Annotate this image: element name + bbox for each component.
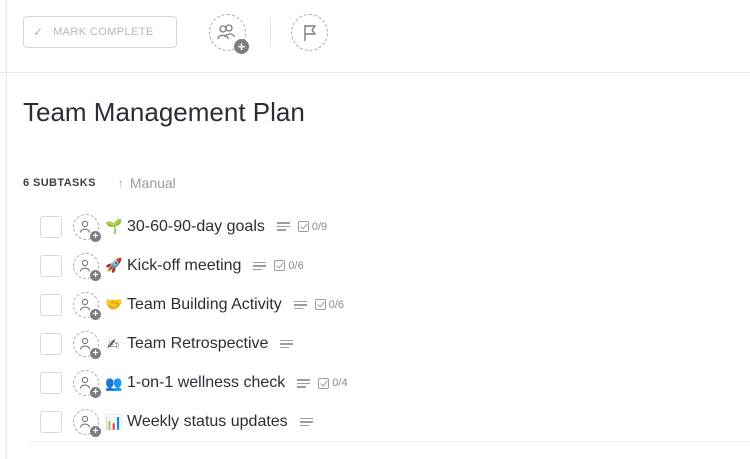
- priority-flag-button[interactable]: [291, 14, 328, 51]
- checklist-icon: [318, 377, 330, 389]
- subtask-name[interactable]: 1-on-1 wellness check: [127, 374, 285, 392]
- sort-manual-button[interactable]: ↑ Manual: [118, 175, 176, 191]
- subtask-checkbox[interactable]: [40, 293, 62, 316]
- subtask-name[interactable]: Team Building Activity: [127, 296, 282, 314]
- plus-icon: +: [234, 39, 249, 54]
- description-icon: [297, 379, 311, 388]
- subtask-checkbox[interactable]: [40, 372, 62, 395]
- sort-label: Manual: [129, 175, 176, 191]
- checklist-icon: [297, 221, 309, 233]
- checklist-indicator[interactable]: 0/9: [297, 220, 328, 233]
- add-assignees-button[interactable]: +: [209, 14, 249, 54]
- mark-complete-label: MARK COMPLETE: [53, 26, 154, 38]
- add-assignees-icon: [216, 23, 235, 39]
- checklist-count: 0/9: [311, 220, 328, 233]
- description-icon: [293, 300, 307, 310]
- subtask-main: ✍ Team Retrospective: [105, 335, 294, 353]
- plus-icon: +: [90, 308, 101, 320]
- checklist-icon: [274, 260, 286, 272]
- subtask-main: 👥 1-on-1 wellness check 0/4: [105, 374, 348, 392]
- description-icon: [299, 417, 313, 427]
- subtasks-count: 6 SUBTASKS: [23, 177, 96, 189]
- plus-icon: +: [90, 269, 101, 281]
- subtask-row[interactable]: + 🌱 30-60-90-day goals 0/9: [30, 207, 750, 246]
- task-toolbar: ✓ MARK COMPLETE +: [0, 0, 750, 73]
- subtask-main: 🚀 Kick-off meeting 0/6: [105, 257, 304, 275]
- subtask-list: + 🌱 30-60-90-day goals 0/9 + 🚀 Kick-off: [30, 207, 750, 443]
- subtask-assignee-button[interactable]: +: [73, 252, 101, 281]
- subtask-checkbox[interactable]: [40, 333, 62, 356]
- checklist-indicator[interactable]: 0/4: [318, 377, 348, 390]
- flag-icon: [303, 24, 316, 41]
- subtask-row[interactable]: + 🤝 Team Building Activity 0/6: [30, 285, 750, 324]
- subtasks-header: 6 SUBTASKS ↑ Manual: [23, 175, 176, 191]
- toolbar-divider: [270, 17, 271, 47]
- subtask-emoji: 📊: [105, 413, 123, 430]
- mark-complete-button[interactable]: ✓ MARK COMPLETE: [23, 16, 177, 48]
- subtask-main: 📊 Weekly status updates: [105, 413, 313, 431]
- subtask-assignee-button[interactable]: +: [73, 291, 101, 320]
- plus-icon: +: [90, 387, 101, 399]
- subtask-checkbox[interactable]: [40, 215, 62, 238]
- checklist-count: 0/6: [288, 259, 304, 272]
- checklist-icon: [314, 299, 326, 311]
- sort-arrow-icon: ↑: [117, 176, 124, 190]
- plus-icon: +: [90, 426, 101, 438]
- checklist-count: 0/6: [328, 298, 345, 311]
- description-icon: [280, 339, 294, 349]
- checklist-indicator[interactable]: 0/6: [314, 298, 345, 311]
- subtask-emoji: 🚀: [105, 257, 123, 274]
- subtask-row[interactable]: + 🚀 Kick-off meeting 0/6: [30, 246, 750, 285]
- subtask-checkbox[interactable]: [40, 254, 62, 277]
- subtask-assignee-button[interactable]: +: [73, 331, 101, 360]
- subtask-emoji: 🌱: [105, 218, 123, 235]
- subtask-name[interactable]: Kick-off meeting: [127, 257, 241, 275]
- subtask-main: 🤝 Team Building Activity 0/6: [105, 296, 344, 314]
- subtask-assignee-button[interactable]: +: [73, 409, 101, 438]
- checklist-indicator[interactable]: 0/6: [274, 259, 304, 272]
- subtask-emoji: ✍: [107, 335, 119, 352]
- subtask-assignee-button[interactable]: +: [73, 370, 101, 399]
- check-icon: ✓: [33, 25, 44, 39]
- subtask-row[interactable]: + 📊 Weekly status updates: [30, 403, 750, 443]
- subtask-row[interactable]: + ✍ Team Retrospective: [30, 325, 750, 364]
- subtask-assignee-button[interactable]: +: [73, 213, 101, 242]
- subtask-checkbox[interactable]: [40, 411, 62, 434]
- subtask-emoji: 👥: [105, 374, 123, 391]
- subtask-emoji: 🤝: [105, 296, 123, 313]
- subtask-name[interactable]: 30-60-90-day goals: [127, 218, 265, 236]
- subtask-name[interactable]: Weekly status updates: [127, 413, 288, 431]
- description-icon: [276, 222, 290, 231]
- description-icon: [253, 261, 267, 271]
- subtask-row[interactable]: + 👥 1-on-1 wellness check 0/4: [30, 364, 750, 403]
- task-title[interactable]: Team Management Plan: [23, 97, 305, 128]
- checklist-count: 0/4: [332, 377, 348, 390]
- plus-icon: +: [90, 348, 101, 360]
- subtask-name[interactable]: Team Retrospective: [127, 335, 268, 353]
- plus-icon: +: [90, 230, 101, 242]
- subtask-main: 🌱 30-60-90-day goals 0/9: [105, 218, 327, 236]
